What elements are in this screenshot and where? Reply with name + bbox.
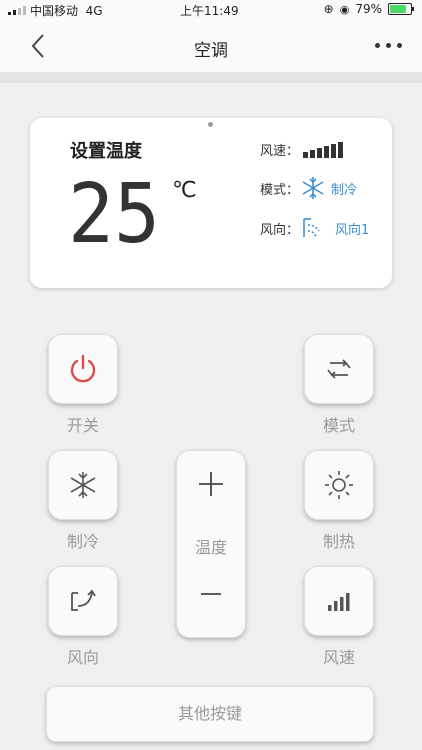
- divider: [0, 73, 422, 83]
- direction-button[interactable]: [48, 566, 118, 636]
- plus-icon: [199, 472, 223, 496]
- speed-button[interactable]: [304, 566, 374, 636]
- fan-speed-row: 风速：: [260, 140, 344, 159]
- cool-button[interactable]: [48, 450, 118, 520]
- mode-cycle-icon: [327, 359, 351, 379]
- heat-button[interactable]: [304, 450, 374, 520]
- temperature-rocker: 温度: [176, 450, 246, 638]
- signal-icon: [8, 6, 26, 15]
- sun-icon: [325, 471, 353, 499]
- snowflake-icon: [302, 177, 324, 199]
- speed-label: 风速: [322, 648, 355, 667]
- mode-row: 模式： 制冷: [260, 176, 357, 200]
- power-label: 开关: [66, 416, 99, 435]
- snowflake-icon: [70, 472, 96, 498]
- svg-text:25: 25: [68, 176, 160, 248]
- mode-label: 模式：: [260, 182, 300, 198]
- lock-rotation-icon: ⊕: [323, 2, 334, 16]
- temperature-unit: ℃: [172, 178, 197, 203]
- carrier-name: 中国移动 4G: [30, 4, 103, 18]
- signal-bars-icon: [328, 593, 350, 611]
- mode-value: 制冷: [331, 182, 358, 198]
- battery-icon: [388, 3, 414, 15]
- alarm-icon: ◉: [339, 2, 350, 16]
- mode-button[interactable]: [304, 334, 374, 404]
- direction-row: 风向： 风向1: [260, 217, 369, 239]
- fan-speed-label: 风速：: [260, 144, 300, 159]
- temperature-digits: 25: [68, 176, 160, 248]
- status-bar: 中国移动 4G 上午11:49 ⊕ ◉ 79%: [0, 0, 422, 20]
- more-dots-icon[interactable]: [375, 43, 402, 48]
- temp-up-button[interactable]: [176, 450, 246, 516]
- direction-label: 风向：: [260, 222, 300, 238]
- power-button[interactable]: [48, 334, 118, 404]
- power-icon: [70, 354, 96, 383]
- nav-bar: 空调: [0, 20, 422, 73]
- cool-label: 制冷: [66, 532, 99, 551]
- heat-label: 制热: [322, 532, 355, 551]
- temperature-label: 温度: [194, 538, 227, 557]
- swing-icon: [71, 589, 96, 611]
- direction-value: 风向1: [335, 222, 370, 238]
- direction-label: 风向: [66, 648, 99, 667]
- clock: 上午11:49: [180, 4, 239, 18]
- indicator-dot: [208, 122, 213, 127]
- minus-icon: [201, 593, 221, 595]
- battery-percent: 79%: [355, 2, 382, 16]
- fan-speed-bars-icon: [303, 141, 344, 158]
- temp-down-button[interactable]: [176, 572, 246, 638]
- set-temperature-label: 设置温度: [70, 141, 142, 162]
- page-title: 空调: [194, 41, 228, 61]
- mode-label: 模式: [322, 416, 355, 435]
- other-keys-button[interactable]: 其他按键: [46, 686, 374, 742]
- status-display-card: 设置温度 25 ℃ 风速： 模式： 制冷 风向： 风向1: [30, 118, 392, 288]
- airflow-icon: [303, 218, 320, 237]
